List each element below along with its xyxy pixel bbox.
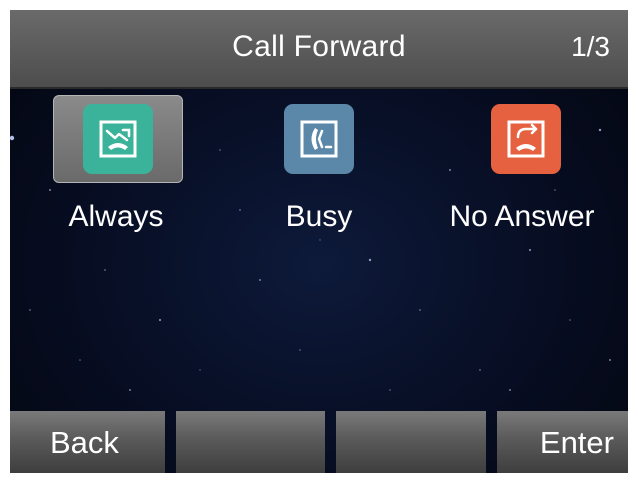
option-busy[interactable]: Busy xyxy=(219,94,419,254)
option-label: No Answer xyxy=(449,200,595,233)
softkey-bar: Back Enter xyxy=(10,411,628,473)
call-forward-always-icon xyxy=(83,104,153,174)
page-title: Call Forward xyxy=(232,30,406,63)
call-forward-no-answer-icon xyxy=(491,104,561,174)
option-always[interactable]: Always xyxy=(16,94,216,254)
phone-screen: Call Forward 1/3 Always Busy No Answer B… xyxy=(10,10,628,473)
title-bar: Call Forward 1/3 xyxy=(10,10,628,89)
back-softkey[interactable]: Back xyxy=(10,411,165,473)
option-label: Always xyxy=(68,200,164,233)
enter-softkey[interactable]: Enter xyxy=(497,411,628,473)
page-indicator: 1/3 xyxy=(571,31,610,62)
softkey-2[interactable] xyxy=(176,411,325,473)
option-label: Busy xyxy=(285,200,353,233)
call-forward-busy-icon xyxy=(284,104,354,174)
softkey-label: Back xyxy=(50,425,119,460)
softkey-label: Enter xyxy=(539,425,614,460)
option-no-answer[interactable]: No Answer xyxy=(422,94,622,254)
softkey-3[interactable] xyxy=(336,411,486,473)
